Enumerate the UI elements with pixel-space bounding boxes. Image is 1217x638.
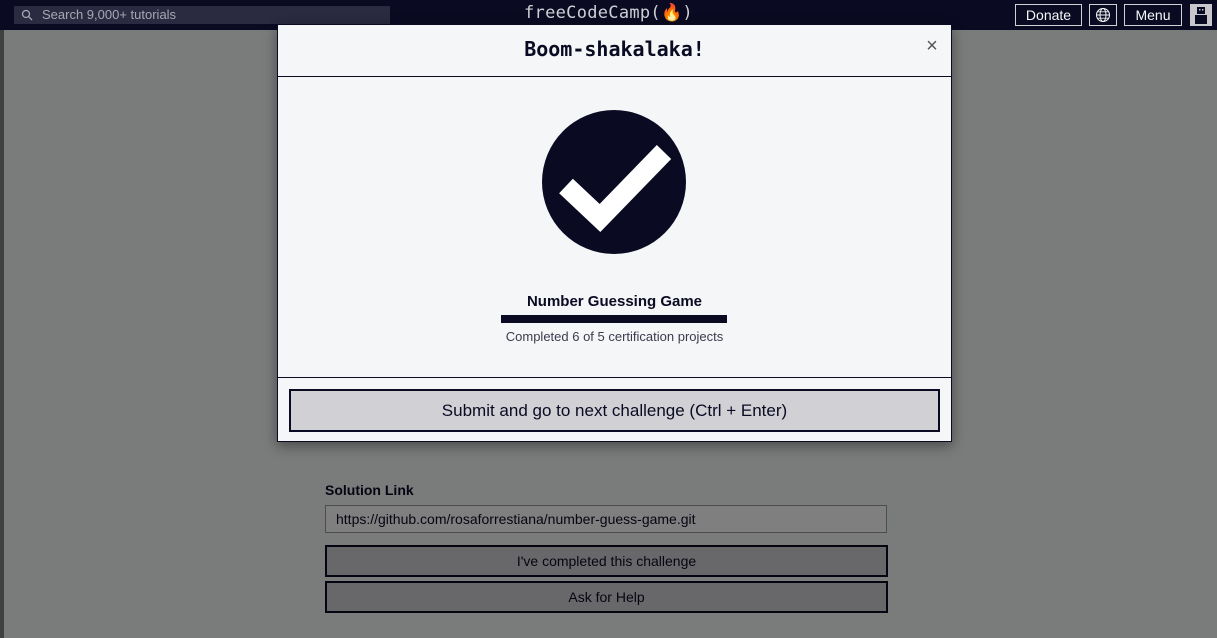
search-placeholder[interactable]: Search 9,000+ tutorials <box>42 7 176 22</box>
modal-divider <box>278 377 951 378</box>
completion-modal: Boom-shakalaka! × Number Guessing Game C… <box>277 24 952 442</box>
submit-next-challenge-button[interactable]: Submit and go to next challenge (Ctrl + … <box>289 389 940 432</box>
project-title: Number Guessing Game <box>526 293 703 310</box>
donate-button[interactable]: Donate <box>1015 4 1082 26</box>
user-avatar-icon <box>1195 7 1207 24</box>
progress-bar <box>501 315 727 323</box>
search-bar[interactable]: Search 9,000+ tutorials <box>14 6 390 24</box>
globe-icon <box>1096 8 1110 22</box>
avatar[interactable] <box>1190 4 1212 26</box>
language-button[interactable] <box>1089 4 1117 26</box>
menu-button[interactable]: Menu <box>1124 4 1182 26</box>
search-icon <box>21 9 33 21</box>
success-check-icon <box>542 110 686 254</box>
modal-title: Boom-shakalaka! <box>524 37 705 61</box>
close-button[interactable]: × <box>923 35 941 57</box>
progress-text: Completed 6 of 5 certification projects <box>505 329 724 344</box>
modal-header: Boom-shakalaka! × <box>278 25 951 77</box>
progress-fill <box>501 315 727 323</box>
logo-text[interactable]: freeCodeCamp(🔥) <box>524 3 693 23</box>
